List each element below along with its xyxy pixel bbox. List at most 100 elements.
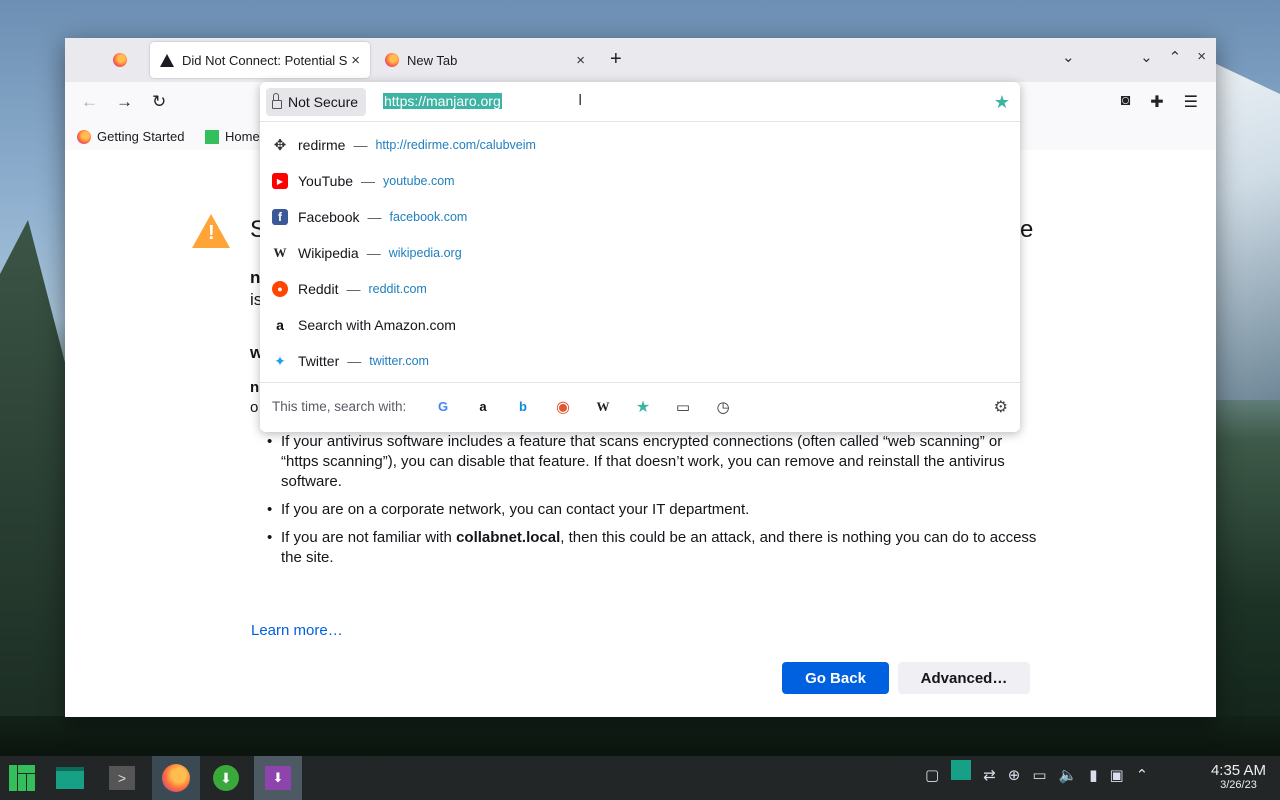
go-back-button[interactable]: Go Back	[782, 662, 889, 694]
firefox-icon	[113, 53, 127, 67]
not-secure-indicator[interactable]: Not Secure	[266, 88, 367, 116]
tab-new-tab[interactable]: New Tab ×	[375, 42, 595, 78]
text-fragment: n	[250, 379, 260, 396]
kde-connect-icon[interactable]: ⇄	[983, 766, 996, 784]
urlbar-dropdown: Not Secure https://manjaro.org I ★ ✥ red…	[260, 82, 1020, 432]
suggestion-row[interactable]: f Facebook — facebook.com	[260, 199, 1020, 235]
suggestion-title: YouTube	[298, 173, 354, 189]
usb-icon[interactable]: ▮	[1089, 766, 1097, 784]
back-button[interactable]: ←	[81, 92, 98, 112]
bookmark-home[interactable]: Home	[205, 129, 260, 144]
clock[interactable]: 4:35 AM 3/26/23	[1211, 762, 1266, 791]
installer-icon: ⬇	[265, 766, 291, 790]
suggestion-title: Twitter	[298, 353, 340, 369]
suggestion-url: http://redirme.com/calubveim	[375, 138, 536, 152]
list-item: If your antivirus software includes a fe…	[267, 432, 1037, 492]
tab-label: Did Not Connect: Potential Security Issu…	[182, 52, 347, 68]
google-icon[interactable]: G	[432, 396, 454, 418]
suggestion-row[interactable]: ✥ redirme — http://redirme.com/calubveim	[260, 127, 1020, 163]
tabs-icon[interactable]: ▭	[672, 396, 694, 418]
installer-task[interactable]: ⬇	[254, 756, 302, 800]
duckduckgo-icon[interactable]: ◉	[552, 396, 574, 418]
manjaro-icon	[205, 129, 219, 144]
separator: —	[361, 173, 376, 189]
suggestion-title: Search with Amazon.com	[298, 317, 456, 333]
updates-icon[interactable]: ⊕	[1008, 766, 1021, 784]
reload-button[interactable]: ↻	[152, 92, 166, 112]
clock-date: 3/26/23	[1220, 779, 1257, 791]
forward-button[interactable]: →	[116, 92, 133, 112]
advice-list: If your antivirus software includes a fe…	[267, 432, 1037, 576]
firefox-view-button[interactable]	[105, 50, 135, 70]
text-fragment: n	[250, 268, 261, 287]
suggestion-title: Reddit	[298, 281, 339, 297]
clock-time: 4:35 AM	[1210, 762, 1266, 779]
pocket-icon[interactable]: ◙	[1121, 92, 1131, 112]
history-icon[interactable]: ◷	[712, 396, 734, 418]
new-tab-button[interactable]: +	[610, 48, 622, 71]
suggestion-url: twitter.com	[369, 354, 429, 368]
menu-icon[interactable]: ☰	[1184, 92, 1198, 112]
suggestion-url: youtube.com	[383, 174, 455, 188]
urlbar[interactable]: Not Secure https://manjaro.org I ★	[260, 82, 1020, 122]
bookmarks-icon[interactable]: ★	[632, 396, 654, 418]
separator: —	[353, 137, 368, 153]
one-off-label: This time, search with:	[272, 399, 407, 414]
suggestion-title: Facebook	[298, 209, 360, 225]
title-fragment: e	[1020, 216, 1034, 243]
firefox-icon	[385, 53, 399, 67]
minimize-button[interactable]: ⌄	[1140, 48, 1153, 66]
amazon-icon[interactable]: a	[472, 396, 494, 418]
bookmark-getting-started[interactable]: Getting Started	[77, 129, 184, 144]
firefox-icon	[162, 764, 190, 792]
wallpaper-trees	[0, 220, 70, 760]
close-window-button[interactable]: ×	[1197, 48, 1206, 66]
network-icon[interactable]: ▣	[1109, 766, 1123, 784]
extensions-icon[interactable]: ✚	[1150, 92, 1163, 112]
suggestion-row[interactable]: a Search with Amazon.com	[260, 307, 1020, 343]
expand-tray-icon[interactable]: ⌃	[1136, 766, 1149, 784]
wikipedia-icon: W	[273, 245, 287, 260]
bookmark-label: Home	[225, 129, 260, 144]
suggestion-row[interactable]: ✦ Twitter — twitter.com	[260, 343, 1020, 379]
bookmark-star-icon[interactable]: ★	[994, 92, 1010, 113]
terminal-tray-icon[interactable]: ▭	[1032, 766, 1046, 784]
list-item: If you are on a corporate network, you c…	[267, 500, 1037, 520]
learn-more-link[interactable]: Learn more…	[251, 622, 343, 639]
tab-bar: Did Not Connect: Potential Security Issu…	[65, 38, 1216, 82]
show-desktop-icon[interactable]: ▢	[925, 766, 939, 784]
wallpaper-ground	[0, 716, 1280, 756]
url-input[interactable]: https://manjaro.org	[383, 93, 502, 109]
gear-icon[interactable]: ⚙	[994, 397, 1008, 417]
toolbar-right: ◙ ✚ ☰	[1121, 92, 1198, 112]
list-all-tabs-button[interactable]: ⌄	[1062, 48, 1075, 66]
suggestion-row[interactable]: ▶ YouTube — youtube.com	[260, 163, 1020, 199]
close-tab-icon[interactable]: ×	[351, 52, 360, 69]
twitter-icon: ✦	[274, 352, 286, 369]
suggestion-row[interactable]: ● Reddit — reddit.com	[260, 271, 1020, 307]
suggestion-row[interactable]: W Wikipedia — wikipedia.org	[260, 235, 1020, 271]
taskbar: > ⬇ ⬇ ▢ ⇄ ⊕ ▭ 🔈 ▮ ▣ ⌃ 4:35 AM 3/26/23	[0, 756, 1280, 800]
maximize-button[interactable]: ⌃	[1169, 48, 1182, 66]
facebook-icon: f	[272, 209, 288, 225]
text-fragment: o	[250, 399, 259, 416]
separator: —	[346, 281, 361, 297]
wikipedia-icon[interactable]: W	[592, 396, 614, 418]
warning-icon	[160, 53, 174, 67]
volume-icon[interactable]: 🔈	[1059, 766, 1078, 784]
tab-did-not-connect[interactable]: Did Not Connect: Potential Security Issu…	[150, 42, 370, 78]
suggestion-title: redirme	[298, 137, 346, 153]
pager-icon[interactable]	[951, 760, 972, 780]
file-manager-button[interactable]	[48, 756, 92, 800]
advanced-button[interactable]: Advanced…	[898, 662, 1030, 694]
application-launcher[interactable]	[0, 756, 44, 800]
terminal-button[interactable]: >	[100, 756, 144, 800]
bookmark-label: Getting Started	[97, 129, 185, 144]
close-tab-icon[interactable]: ×	[576, 52, 585, 69]
system-tray: ▢ ⇄ ⊕ ▭ 🔈 ▮ ▣ ⌃	[925, 760, 1149, 784]
separator: —	[367, 209, 382, 225]
download-manager-button[interactable]: ⬇	[204, 756, 248, 800]
firefox-icon	[77, 129, 91, 144]
firefox-task[interactable]	[152, 756, 200, 800]
bing-icon[interactable]: b	[512, 396, 534, 418]
